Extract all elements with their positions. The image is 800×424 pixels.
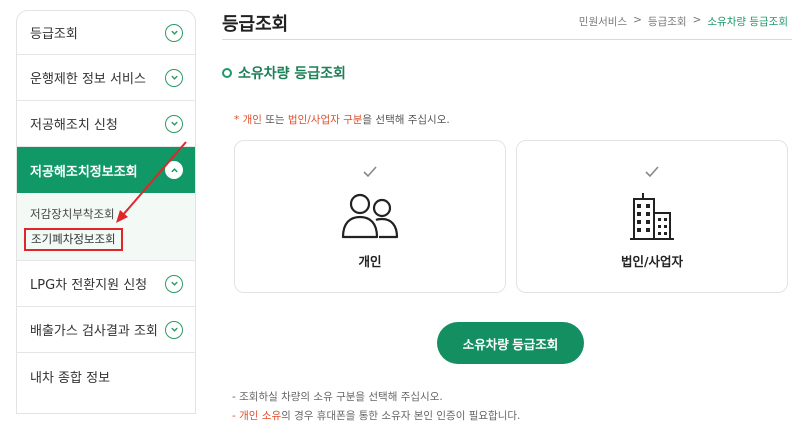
breadcrumb-current: 소유차량 등급조회 xyxy=(707,16,788,28)
submenu-item-early-scrap[interactable]: 조기폐차정보조회 xyxy=(24,228,123,251)
footnote-text: 의 경우 휴대폰을 통한 소유자 본인 인증이 필요합니다. xyxy=(281,410,521,422)
chevron-down-icon xyxy=(165,68,183,87)
selection-notice: * 개인 또는 법인/사업자 구분을 선택해 주십시오. xyxy=(234,112,450,127)
sidebar-item-my-car-info[interactable]: 내차 종합 정보 xyxy=(17,353,195,399)
chevron-down-icon xyxy=(165,274,183,293)
owned-vehicle-grade-lookup-button[interactable]: 소유차량 등급조회 xyxy=(437,322,584,364)
sidebar-menu: 등급조회 운행제한 정보 서비스 저공해조치 신청 저공해조치정보조회 저감장치… xyxy=(16,10,196,414)
check-icon xyxy=(645,166,659,178)
breadcrumb-item[interactable]: 등급조회 xyxy=(648,14,687,29)
breadcrumb-separator: > xyxy=(692,14,702,26)
sidebar-item-label: 저공해조치정보조회 xyxy=(30,164,138,180)
sidebar-item-label: 배출가스 검사결과 조회 xyxy=(30,324,158,339)
sidebar-item-low-emission-apply[interactable]: 저공해조치 신청 xyxy=(17,101,195,147)
individual-option-card[interactable]: 개인 xyxy=(234,140,506,293)
notice-text: 을 선택해 주십시오. xyxy=(362,114,450,126)
sidebar-item-lpg-conversion[interactable]: LPG차 전환지원 신청 xyxy=(17,261,195,307)
footnote-select-ownership: - 조회하실 차량의 소유 구분을 선택해 주십시오. xyxy=(232,391,443,403)
ring-bullet-icon xyxy=(222,68,232,78)
corporate-option-card[interactable]: 법인/사업자 xyxy=(516,140,788,293)
submenu-item-reduction-device[interactable]: 저감장치부착조회 xyxy=(17,203,195,226)
sidebar-item-label: 등급조회 xyxy=(30,27,78,42)
chevron-up-icon xyxy=(165,161,183,179)
building-icon xyxy=(630,193,674,240)
sidebar-item-label: LPG차 전환지원 신청 xyxy=(30,278,148,293)
sidebar-item-operation-restriction[interactable]: 운행제한 정보 서비스 xyxy=(17,55,195,101)
people-icon xyxy=(341,193,399,239)
notice-highlight: 개인 xyxy=(242,114,262,126)
section-title-text: 소유차량 등급조회 xyxy=(238,66,346,82)
title-divider xyxy=(222,39,792,40)
sidebar-item-grade-lookup[interactable]: 등급조회 xyxy=(17,11,195,55)
corporate-label: 법인/사업자 xyxy=(620,254,684,269)
notice-text: 또는 xyxy=(261,114,288,126)
breadcrumb-separator: > xyxy=(633,14,642,26)
breadcrumb-item[interactable]: 민원서비스 xyxy=(579,14,627,29)
chevron-down-icon xyxy=(165,114,183,133)
check-icon xyxy=(363,166,377,178)
notice-star: * xyxy=(234,114,243,126)
footnote-highlight: 개인 소유 xyxy=(239,410,282,422)
sidebar-item-label: 내차 종합 정보 xyxy=(30,370,111,386)
chevron-down-icon xyxy=(165,23,183,42)
individual-label: 개인 xyxy=(358,254,382,269)
chevron-down-icon xyxy=(165,320,183,339)
sidebar-item-label: 저공해조치 신청 xyxy=(30,118,118,133)
page-title: 등급조회 xyxy=(222,14,289,35)
sidebar-item-emission-test[interactable]: 배출가스 검사결과 조회 xyxy=(17,307,195,353)
sidebar-item-low-emission-info[interactable]: 저공해조치정보조회 xyxy=(17,147,195,193)
footnote-verification: - 개인 소유의 경우 휴대폰을 통한 소유자 본인 인증이 필요합니다. xyxy=(232,408,520,423)
sidebar-submenu: 저감장치부착조회 조기폐차정보조회 xyxy=(17,193,195,261)
section-title: 소유차량 등급조회 xyxy=(222,63,346,83)
notice-highlight: 법인/사업자 구분 xyxy=(287,114,363,126)
sidebar-item-label: 운행제한 정보 서비스 xyxy=(30,72,146,87)
breadcrumb: 민원서비스 > 등급조회 > 소유차량 등급조회 xyxy=(579,14,788,29)
